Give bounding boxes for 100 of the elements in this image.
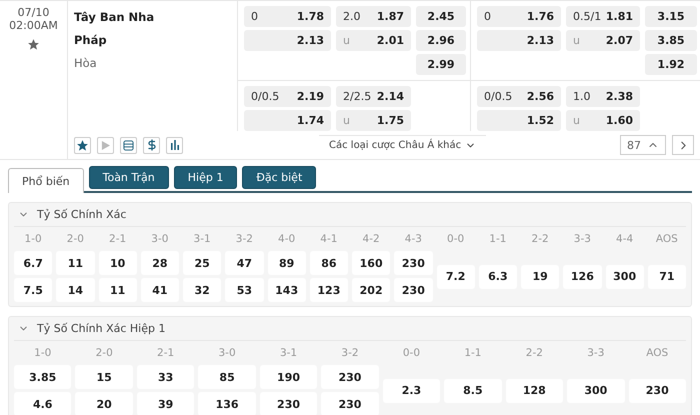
score-odds[interactable]: 230 (260, 392, 318, 415)
score-odds[interactable]: 190 (260, 365, 318, 389)
next-button[interactable] (672, 135, 694, 155)
score-label: 3-2 (234, 233, 254, 245)
score-label: 3-0 (150, 233, 170, 245)
score-odds[interactable]: 89 (268, 251, 306, 275)
stats-button[interactable] (166, 136, 183, 154)
market-tab[interactable]: Phổ biến (8, 168, 84, 193)
score-odds[interactable]: 15 (75, 365, 133, 389)
score-odds[interactable]: 11 (98, 278, 137, 302)
match-date: 07/10 (18, 6, 50, 19)
over-under-odds[interactable]: u 1.60 (566, 110, 640, 131)
handicap-odds[interactable]: 0 1.78 (244, 6, 331, 27)
score-label: 4-0 (277, 233, 296, 245)
score-odds[interactable]: 123 (310, 278, 348, 302)
list-icon (123, 140, 134, 150)
over-under-odds[interactable]: u 1.75 (336, 110, 411, 131)
play-icon (101, 140, 110, 150)
market-tab[interactable]: Đặc biệt (242, 166, 316, 189)
over-under-odds[interactable]: 2.0 1.87 (336, 6, 411, 27)
score-label: 2-2 (524, 347, 544, 359)
score-odds[interactable]: 20 (75, 392, 133, 415)
section-title: Tỷ Số Chính Xác (37, 208, 126, 221)
score-odds[interactable]: 230 (394, 251, 432, 275)
score-odds[interactable]: 7.5 (14, 278, 52, 302)
score-odds[interactable]: 41 (140, 278, 179, 302)
result-odds[interactable]: 2.45 (416, 6, 466, 27)
score-odds[interactable]: 136 (198, 392, 256, 415)
score-label: 3-2 (340, 347, 360, 359)
score-odds[interactable]: 4.6 (14, 392, 72, 415)
score-label: 2-0 (94, 347, 114, 359)
score-odds[interactable]: 85 (198, 365, 256, 389)
score-label: 1-0 (24, 233, 43, 245)
score-odds[interactable]: 230 (394, 278, 432, 302)
score-odds[interactable]: 230 (321, 392, 379, 415)
favorite-button[interactable] (74, 136, 91, 154)
handicap-odds[interactable]: 0 1.76 (477, 6, 561, 27)
score-odds[interactable]: 10 (98, 251, 137, 275)
score-odds[interactable]: 160 (352, 251, 390, 275)
star-icon (76, 138, 89, 152)
score-odds[interactable]: 3.85 (14, 365, 72, 389)
result-odds[interactable]: 2.96 (416, 30, 466, 51)
section-title: Tỷ Số Chính Xác Hiệp 1 (37, 322, 166, 335)
score-odds[interactable]: 300 (567, 378, 625, 402)
team-name: Pháp (74, 32, 108, 49)
score-odds[interactable]: 86 (310, 251, 348, 275)
score-odds[interactable]: 7.2 (436, 264, 475, 288)
score-odds[interactable]: 128 (506, 378, 564, 402)
score-odds[interactable]: 2.3 (382, 378, 440, 402)
handicap-odds[interactable]: 0/0.5 2.19 (244, 86, 331, 107)
over-under-odds[interactable]: u 2.07 (566, 30, 640, 51)
score-odds[interactable]: 33 (136, 365, 194, 389)
score-odds[interactable]: 8.5 (444, 378, 502, 402)
score-odds[interactable]: 53 (225, 278, 264, 302)
score-label: 0-0 (446, 233, 466, 245)
market-tab[interactable]: Hiệp 1 (174, 166, 238, 189)
over-under-odds[interactable]: 2/2.5 2.14 (336, 86, 411, 107)
score-odds[interactable]: 25 (183, 251, 222, 275)
list-button[interactable] (120, 136, 137, 154)
over-under-odds[interactable]: 0.5/1 1.81 (566, 6, 640, 27)
result-odds[interactable]: 3.85 (645, 30, 697, 51)
score-odds[interactable]: 202 (352, 278, 390, 302)
draw-label: Hòa (74, 55, 98, 72)
handicap-odds[interactable]: 1.52 (477, 110, 561, 131)
result-odds[interactable]: 3.15 (645, 6, 697, 27)
score-label: 4-2 (362, 233, 381, 245)
handicap-odds[interactable]: 1.74 (244, 110, 331, 131)
score-label: 2-1 (108, 233, 128, 245)
result-odds[interactable]: 1.92 (645, 54, 697, 75)
score-odds[interactable]: 143 (268, 278, 306, 302)
over-under-odds[interactable]: u 2.01 (336, 30, 411, 51)
score-label: 2-0 (66, 233, 85, 245)
score-odds[interactable]: 14 (56, 278, 94, 302)
score-odds[interactable]: 6.3 (478, 264, 517, 288)
handicap-odds[interactable]: 0/0.5 2.56 (477, 86, 561, 107)
score-odds[interactable]: 230 (321, 365, 379, 389)
score-label: 4-3 (404, 233, 423, 245)
match-time: 02:00AM (9, 19, 58, 32)
score-odds[interactable]: 19 (521, 264, 560, 288)
team-name: Tây Ban Nha (74, 9, 156, 26)
money-button[interactable] (143, 136, 160, 154)
score-odds[interactable]: 126 (563, 264, 602, 288)
score-odds[interactable]: 32 (183, 278, 222, 302)
result-odds[interactable]: 2.99 (416, 54, 466, 75)
score-label: 2-2 (530, 233, 550, 245)
score-odds[interactable]: 28 (140, 251, 179, 275)
score-odds[interactable]: 11 (56, 251, 94, 275)
score-odds[interactable]: 71 (648, 264, 686, 288)
score-odds[interactable]: 47 (225, 251, 264, 275)
market-count-button[interactable]: 87 (620, 135, 666, 155)
score-label: 1-1 (463, 347, 482, 359)
score-odds[interactable]: 230 (628, 378, 686, 402)
market-tab[interactable]: Toàn Trận (88, 166, 169, 189)
over-under-odds[interactable]: 1.0 2.38 (566, 86, 640, 107)
handicap-odds[interactable]: 2.13 (477, 30, 561, 51)
score-odds[interactable]: 300 (606, 264, 644, 288)
score-odds[interactable]: 39 (136, 392, 194, 415)
handicap-odds[interactable]: 2.13 (244, 30, 331, 51)
score-odds[interactable]: 6.7 (14, 251, 52, 275)
score-label: 0-0 (402, 347, 422, 359)
